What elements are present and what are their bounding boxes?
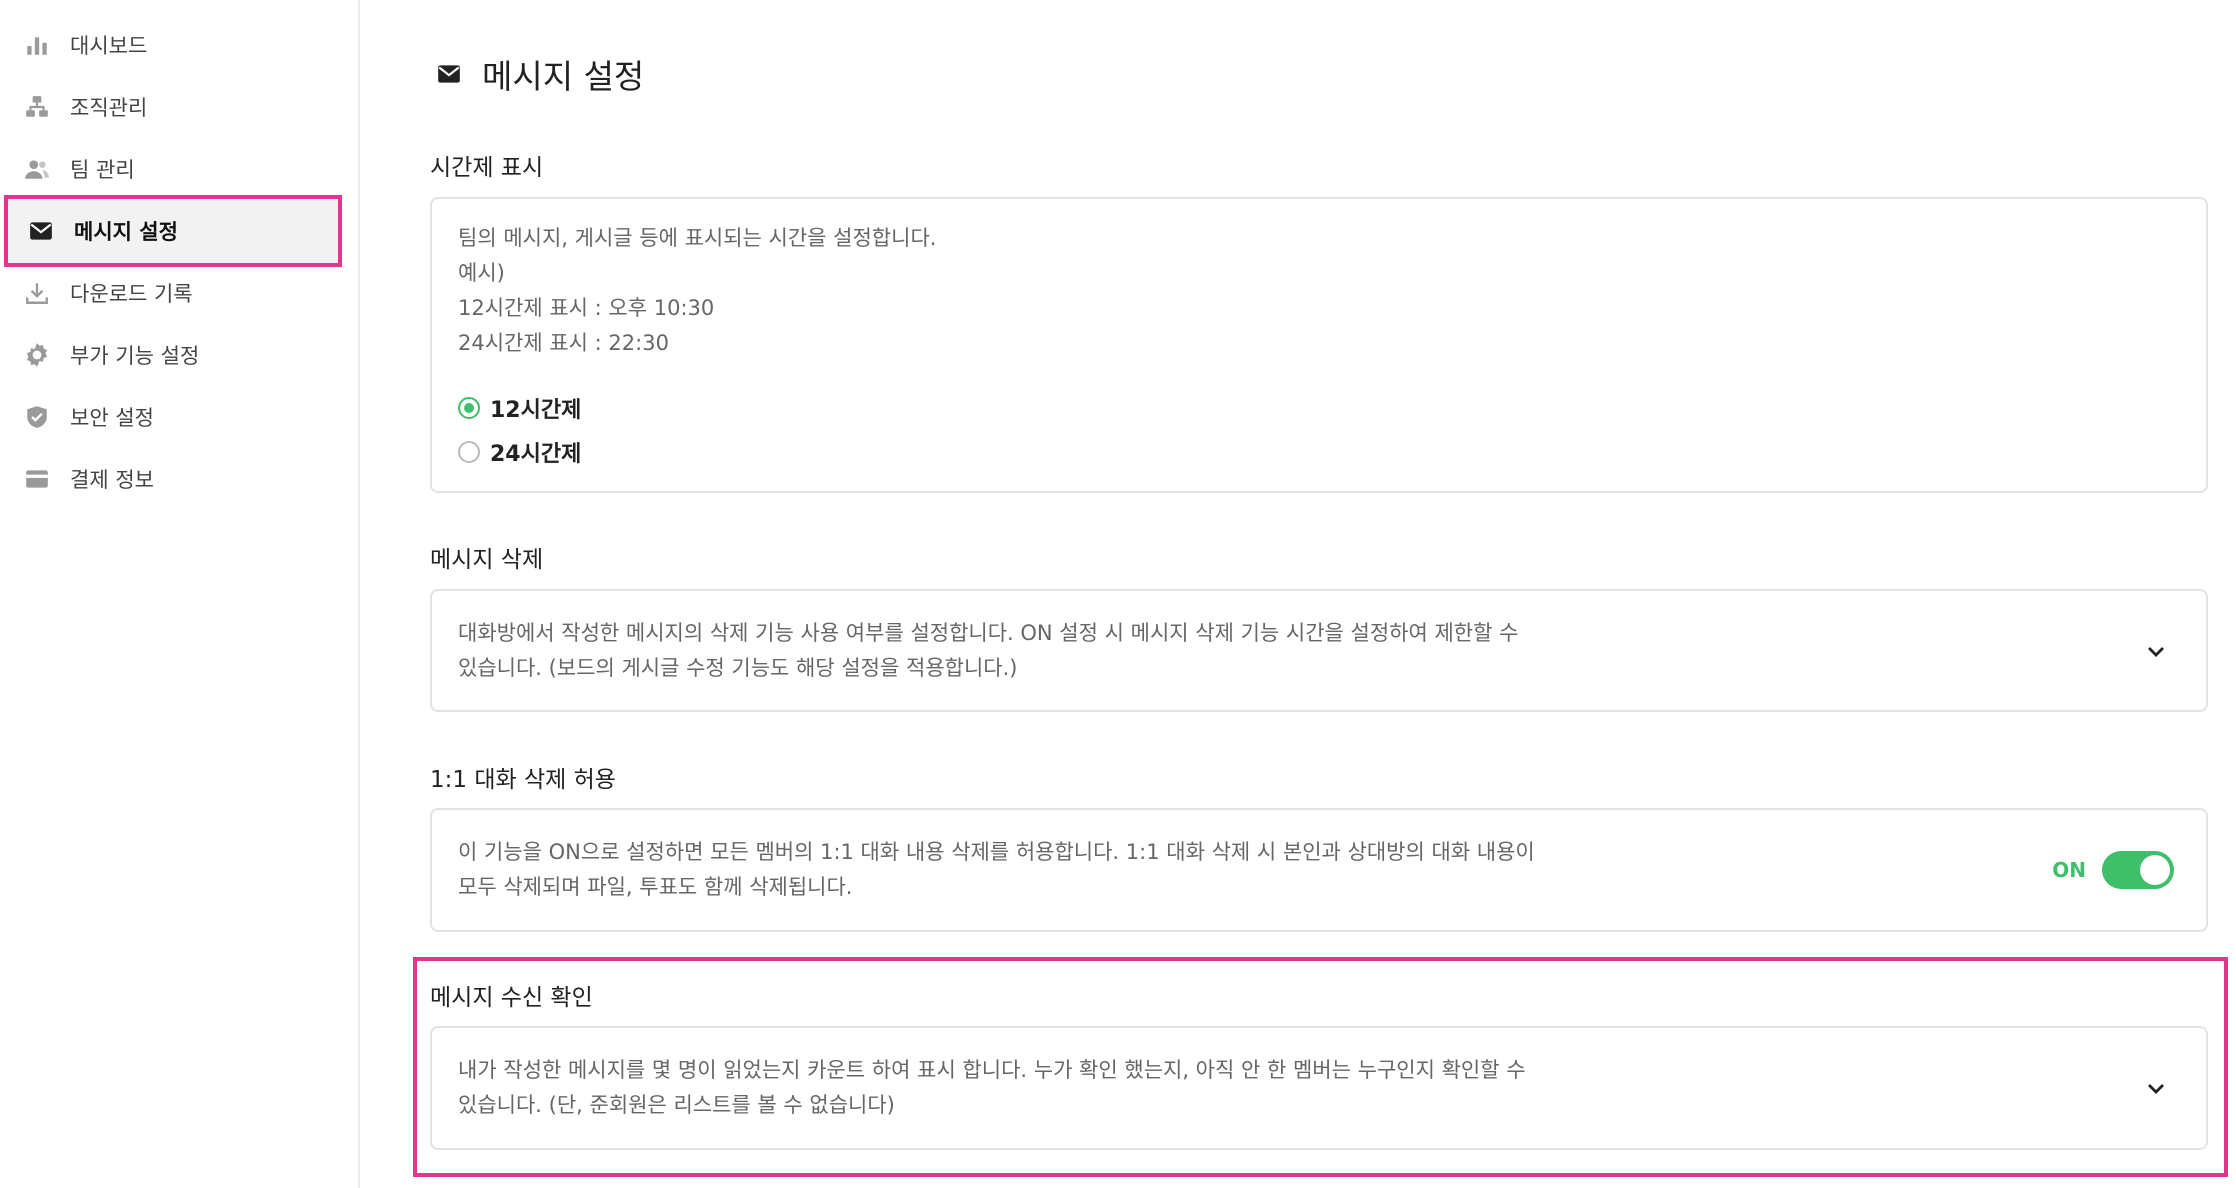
sidebar-item-label: 결제 정보 — [70, 468, 154, 492]
sidebar-item-label: 보안 설정 — [70, 406, 154, 430]
time-format-card: 팀의 메시지, 게시글 등에 표시되는 시간을 설정합니다. 예시) 12시간제… — [430, 197, 2208, 493]
dm-delete-desc-line-1: 이 기능을 ON으로 설정하면 모든 멤버의 1:1 대화 내용 삭제를 허용합… — [458, 840, 1535, 864]
chevron-down-icon[interactable] — [2142, 1074, 2170, 1102]
time-format-desc-line-3: 12시간제 표시 : 오후 10:30 — [458, 296, 715, 320]
radio-button-checked[interactable] — [458, 397, 480, 419]
radio-label-24-hour: 24시간제 — [490, 442, 582, 467]
time-format-desc-line-1: 팀의 메시지, 게시글 등에 표시되는 시간을 설정합니다. — [458, 226, 937, 250]
main-content: 메시지 설정 시간제 표시 팀의 메시지, 게시글 등에 표시되는 시간을 설정… — [360, 0, 2236, 1188]
shield-icon — [22, 402, 52, 432]
dm-delete-card: 이 기능을 ON으로 설정하면 모든 멤버의 1:1 대화 내용 삭제를 허용합… — [430, 808, 2208, 932]
section-label-time-format: 시간제 표시 — [430, 155, 544, 181]
section-label-dm-delete: 1:1 대화 삭제 허용 — [430, 767, 616, 793]
sidebar-item-label: 조직관리 — [70, 96, 148, 120]
bar-chart-icon — [22, 30, 52, 60]
sidebar-item-billing[interactable]: 결제 정보 — [4, 443, 342, 515]
people-icon — [22, 154, 52, 184]
radio-button-unchecked[interactable] — [458, 441, 480, 463]
gear-icon — [22, 340, 52, 370]
envelope-icon — [26, 216, 56, 246]
dm-delete-desc-line-2: 모두 삭제되며 파일, 투표도 함께 삭제됩니다. — [458, 875, 853, 899]
read-receipt-desc-line-2: 있습니다. (단, 준회원은 리스트를 볼 수 없습니다) — [458, 1093, 895, 1117]
message-delete-desc-line-1: 대화방에서 작성한 메시지의 삭제 기능 사용 여부를 설정합니다. ON 설정… — [458, 621, 1519, 645]
time-format-desc-line-4: 24시간제 표시 : 22:30 — [458, 331, 669, 355]
page-title: 메시지 설정 — [436, 50, 644, 98]
chevron-down-icon[interactable] — [2142, 637, 2170, 665]
section-label-message-delete: 메시지 삭제 — [430, 547, 544, 573]
page-title-text: 메시지 설정 — [482, 57, 645, 96]
credit-card-icon — [22, 464, 52, 494]
toggle-status-label: ON — [2052, 858, 2086, 882]
time-format-desc-line-2: 예시) — [458, 261, 505, 285]
message-delete-card[interactable]: 대화방에서 작성한 메시지의 삭제 기능 사용 여부를 설정합니다. ON 설정… — [430, 589, 2208, 712]
radio-12-hour[interactable]: 12시간제 — [458, 392, 581, 424]
read-receipt-desc-line-1: 내가 작성한 메시지를 몇 명이 읽었는지 카운트 하여 표시 합니다. 누가 … — [458, 1058, 1526, 1082]
radio-label-12-hour: 12시간제 — [490, 398, 582, 423]
sidebar: 대시보드 조직관리 팀 관리 메시지 설정 다운로드 기록 부가 기능 설정 보… — [0, 0, 360, 1188]
org-chart-icon — [22, 92, 52, 122]
sidebar-item-label: 메시지 설정 — [74, 220, 178, 244]
message-delete-desc-line-2: 있습니다. (보드의 게시글 수정 기능도 해당 설정을 적용합니다.) — [458, 656, 1018, 680]
sidebar-item-label: 팀 관리 — [70, 158, 135, 182]
section-label-read-receipt: 메시지 수신 확인 — [430, 985, 593, 1011]
dm-delete-toggle[interactable] — [2102, 851, 2174, 889]
envelope-icon — [436, 60, 464, 88]
dm-delete-toggle-group: ON — [2052, 851, 2174, 889]
toggle-knob — [2140, 855, 2170, 885]
read-receipt-card[interactable]: 내가 작성한 메시지를 몇 명이 읽었는지 카운트 하여 표시 합니다. 누가 … — [430, 1026, 2208, 1150]
sidebar-item-label: 다운로드 기록 — [70, 282, 193, 306]
download-icon — [22, 278, 52, 308]
sidebar-item-label: 대시보드 — [70, 34, 148, 58]
radio-24-hour[interactable]: 24시간제 — [458, 436, 581, 468]
sidebar-item-label: 부가 기능 설정 — [70, 344, 200, 368]
